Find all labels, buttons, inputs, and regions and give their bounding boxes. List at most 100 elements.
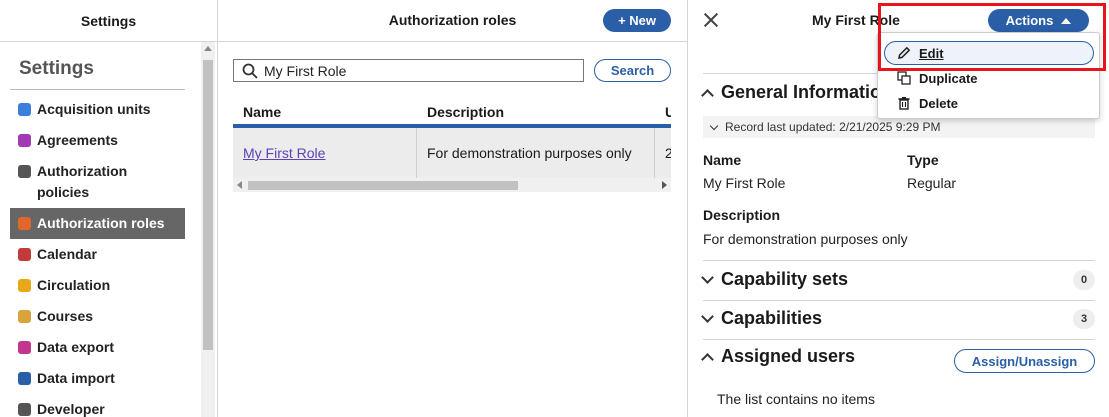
settings-title: Settings: [19, 58, 94, 79]
chevron-down-icon: [701, 310, 714, 323]
type-label: Type: [907, 152, 939, 168]
column-header-name[interactable]: Name: [233, 104, 417, 120]
settings-title-divider: [10, 89, 185, 90]
actions-button-label: Actions: [1005, 13, 1054, 28]
user-role-icon: [18, 217, 31, 230]
capabilities-heading: Capabilities: [721, 308, 823, 328]
sidebar-item-authorization-policies[interactable]: Authorization policies: [10, 156, 185, 208]
general-information-accordion-header[interactable]: General Information: [701, 82, 893, 103]
scrollbar-thumb[interactable]: [203, 60, 213, 350]
actions-dropdown-menu: Edit Duplicate Delete: [877, 32, 1100, 119]
chevron-down-icon: [701, 271, 714, 284]
section-divider: [703, 260, 1095, 261]
sidebar-item-label: Developer: [37, 401, 105, 417]
assign-unassign-button[interactable]: Assign/Unassign: [954, 349, 1095, 373]
settings-pane-header: Settings: [0, 0, 217, 42]
assigned-users-empty-message: The list contains no items: [717, 391, 875, 407]
results-header-row: Name Description U: [233, 100, 671, 128]
acquisition-units-icon: [18, 103, 31, 116]
sidebar-item-label: Acquisition units: [37, 101, 151, 117]
name-value: My First Role: [703, 175, 786, 191]
menu-item-delete[interactable]: Delete: [884, 91, 1094, 115]
circulation-icon: [18, 279, 31, 292]
section-divider: [703, 300, 1095, 301]
sidebar-item-label: Calendar: [37, 246, 97, 262]
settings-nav-list: Acquisition units Agreements Authorization…: [10, 94, 185, 417]
capabilities-count-badge: 3: [1073, 309, 1095, 329]
search-button[interactable]: Search: [594, 59, 671, 82]
actions-button[interactable]: Actions: [988, 9, 1089, 32]
data-import-icon: [18, 372, 31, 385]
role-detail-title: My First Role: [812, 12, 900, 28]
sidebar-item-label: Data export: [37, 339, 115, 355]
scroll-up-arrow-icon[interactable]: [204, 46, 212, 51]
chevron-up-icon: [701, 352, 714, 366]
roles-pane: Authorization roles + New Search Name De…: [218, 0, 688, 417]
sidebar-item-label: Authorization roles: [37, 215, 165, 231]
role-name-cell: My First Role: [233, 128, 417, 178]
sidebar-item-authorization-roles[interactable]: Authorization roles: [10, 208, 185, 239]
role-updated-cell: 2: [665, 145, 671, 161]
sidebar-item-label: Courses: [37, 308, 94, 324]
chevron-down-icon: [709, 121, 719, 130]
calendar-icon: [18, 248, 31, 261]
sidebar-item-data-import[interactable]: Data import: [10, 363, 185, 394]
scrollbar-thumb[interactable]: [248, 181, 518, 190]
record-last-updated-toggle[interactable]: Record last updated: 2/21/2025 9:29 PM: [703, 116, 1095, 138]
agreements-icon: [18, 134, 31, 147]
section-divider: [703, 339, 1095, 340]
trash-icon: [897, 96, 911, 110]
settings-nav-scrollbar[interactable]: [201, 42, 215, 417]
caret-up-icon: [1061, 17, 1072, 24]
sidebar-item-label: Data import: [37, 370, 115, 386]
name-label: Name: [703, 152, 742, 168]
scroll-right-arrow-icon[interactable]: [662, 181, 667, 189]
sidebar-item-acquisition-units[interactable]: Acquisition units: [10, 94, 185, 125]
menu-item-label: Edit: [919, 45, 944, 61]
sidebar-item-circulation[interactable]: Circulation: [10, 270, 185, 301]
sidebar-item-developer[interactable]: Developer: [10, 394, 185, 417]
capabilities-accordion-header[interactable]: Capabilities: [701, 308, 823, 329]
sidebar-item-courses[interactable]: Courses: [10, 301, 185, 332]
capability-sets-accordion-header[interactable]: Capability sets: [701, 269, 849, 290]
sidebar-item-label: Circulation: [37, 277, 111, 293]
menu-item-label: Duplicate: [919, 70, 978, 86]
search-input[interactable]: [264, 62, 564, 79]
chevron-up-icon: [701, 88, 714, 102]
assigned-users-accordion-header[interactable]: Assigned users: [701, 346, 856, 367]
menu-item-label: Delete: [919, 95, 959, 111]
search-icon: [242, 63, 258, 79]
menu-item-duplicate[interactable]: Duplicate: [884, 66, 1094, 90]
sidebar-item-calendar[interactable]: Calendar: [10, 239, 185, 270]
column-header-updated[interactable]: U: [655, 104, 671, 120]
type-value: Regular: [907, 175, 957, 191]
sidebar-item-data-export[interactable]: Data export: [10, 332, 185, 363]
table-row[interactable]: My First Role For demonstration purposes…: [233, 128, 671, 178]
assigned-users-heading: Assigned users: [721, 346, 856, 366]
role-name-link[interactable]: My First Role: [243, 145, 325, 161]
search-field[interactable]: [233, 59, 584, 82]
new-role-button[interactable]: + New: [603, 9, 671, 32]
sidebar-item-agreements[interactable]: Agreements: [10, 125, 185, 156]
sidebar-item-label: Authorization policies: [37, 163, 128, 200]
roles-pane-header: Authorization roles + New: [218, 0, 687, 42]
record-last-updated-text: Record last updated: 2/21/2025 9:29 PM: [725, 120, 941, 134]
capability-sets-count-badge: 0: [1073, 270, 1095, 290]
close-icon[interactable]: [702, 11, 720, 29]
roles-results-list: Name Description U My First Role For dem…: [233, 100, 671, 192]
results-horizontal-scrollbar[interactable]: [233, 178, 671, 192]
scroll-left-arrow-icon[interactable]: [237, 181, 242, 189]
developer-icon: [18, 403, 31, 416]
gear-icon: [18, 165, 31, 178]
courses-icon: [18, 310, 31, 323]
menu-item-edit[interactable]: Edit: [884, 41, 1094, 65]
sidebar-item-label: Agreements: [37, 132, 118, 148]
column-header-description[interactable]: Description: [417, 104, 655, 120]
general-information-heading: General Information: [721, 82, 893, 102]
capability-sets-heading: Capability sets: [721, 269, 849, 289]
description-label: Description: [703, 207, 781, 223]
duplicate-icon: [897, 71, 911, 85]
settings-nav-container: Settings Acquisition units Agreements Auth…: [0, 42, 217, 417]
description-value: For demonstration purposes only: [703, 231, 908, 247]
pencil-icon: [897, 46, 911, 60]
